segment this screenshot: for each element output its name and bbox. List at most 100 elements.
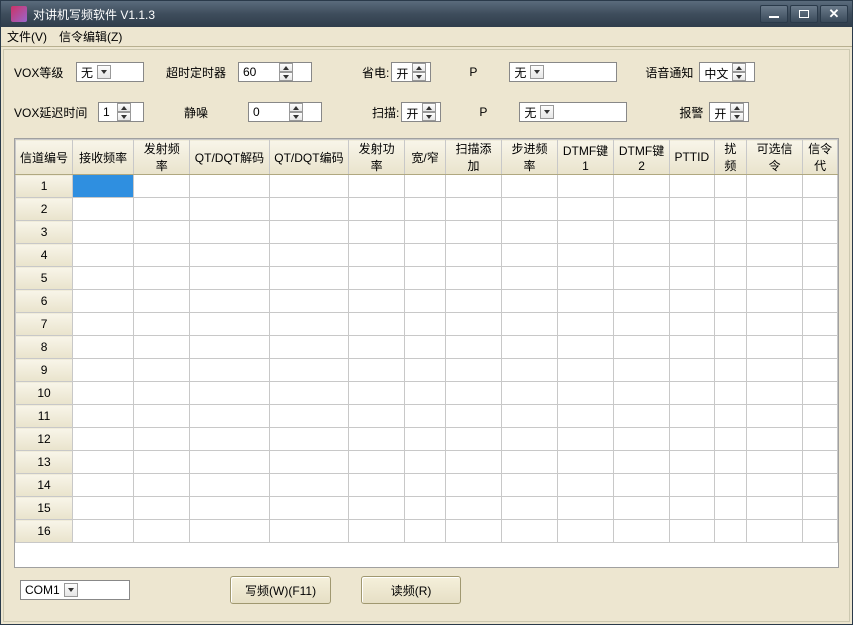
row-header[interactable]: 9 — [16, 359, 73, 382]
table-cell[interactable] — [747, 175, 803, 198]
table-cell[interactable] — [349, 244, 405, 267]
table-cell[interactable] — [714, 313, 747, 336]
table-cell[interactable] — [714, 244, 747, 267]
table-cell[interactable] — [405, 198, 446, 221]
table-cell[interactable] — [670, 497, 715, 520]
table-cell[interactable] — [714, 451, 747, 474]
row-header[interactable]: 4 — [16, 244, 73, 267]
table-cell[interactable] — [190, 244, 269, 267]
table-cell[interactable] — [747, 520, 803, 543]
table-cell[interactable] — [747, 382, 803, 405]
table-cell[interactable] — [558, 428, 614, 451]
table-cell[interactable] — [558, 336, 614, 359]
table-cell[interactable] — [269, 451, 348, 474]
table-cell[interactable] — [501, 221, 557, 244]
table-cell[interactable] — [614, 221, 670, 244]
table-cell[interactable] — [349, 175, 405, 198]
table-cell[interactable] — [73, 359, 134, 382]
table-cell[interactable] — [747, 474, 803, 497]
table-cell[interactable] — [349, 359, 405, 382]
table-cell[interactable] — [134, 474, 190, 497]
table-cell[interactable] — [747, 267, 803, 290]
table-cell[interactable] — [405, 336, 446, 359]
table-cell[interactable] — [269, 474, 348, 497]
table-cell[interactable] — [558, 244, 614, 267]
table-cell[interactable] — [73, 198, 134, 221]
spinner-up-icon[interactable] — [422, 103, 436, 112]
table-cell[interactable] — [803, 267, 838, 290]
table-cell[interactable] — [134, 221, 190, 244]
table-cell[interactable] — [747, 497, 803, 520]
table-cell[interactable] — [405, 175, 446, 198]
table-cell[interactable] — [558, 290, 614, 313]
table-cell[interactable] — [445, 267, 501, 290]
table-cell[interactable] — [269, 497, 348, 520]
table-cell[interactable] — [803, 313, 838, 336]
table-cell[interactable] — [747, 405, 803, 428]
maximize-button[interactable] — [790, 5, 818, 23]
table-cell[interactable] — [614, 520, 670, 543]
column-header[interactable]: 发射频率 — [134, 140, 190, 175]
row-header[interactable]: 7 — [16, 313, 73, 336]
table-cell[interactable] — [134, 428, 190, 451]
row-header[interactable]: 15 — [16, 497, 73, 520]
table-cell[interactable] — [349, 520, 405, 543]
table-cell[interactable] — [670, 474, 715, 497]
table-cell[interactable] — [73, 221, 134, 244]
table-cell[interactable] — [670, 221, 715, 244]
table-cell[interactable] — [747, 290, 803, 313]
table-cell[interactable] — [803, 244, 838, 267]
table-cell[interactable] — [269, 428, 348, 451]
table-cell[interactable] — [803, 336, 838, 359]
table-cell[interactable] — [269, 520, 348, 543]
table-cell[interactable] — [190, 290, 269, 313]
table-cell[interactable] — [73, 290, 134, 313]
table-cell[interactable] — [73, 474, 134, 497]
table-cell[interactable] — [349, 267, 405, 290]
table-cell[interactable] — [714, 405, 747, 428]
spinner-up-icon[interactable] — [412, 63, 426, 72]
column-header[interactable]: 信令代 — [803, 140, 838, 175]
com-port-combo[interactable]: COM1 — [20, 580, 130, 600]
spinner-up-icon[interactable] — [732, 63, 746, 72]
table-cell[interactable] — [445, 359, 501, 382]
p2-combo[interactable]: 无 — [519, 102, 627, 122]
spinner-down-icon[interactable] — [117, 112, 131, 121]
table-cell[interactable] — [501, 198, 557, 221]
table-cell[interactable] — [405, 474, 446, 497]
row-header[interactable]: 12 — [16, 428, 73, 451]
column-header[interactable]: PTTID — [670, 140, 715, 175]
table-cell[interactable] — [501, 520, 557, 543]
table-cell[interactable] — [501, 497, 557, 520]
table-cell[interactable] — [190, 198, 269, 221]
table-cell[interactable] — [349, 428, 405, 451]
table-cell[interactable] — [190, 175, 269, 198]
spinner-up-icon[interactable] — [279, 63, 293, 72]
table-cell[interactable] — [405, 405, 446, 428]
table-cell[interactable] — [501, 382, 557, 405]
table-cell[interactable] — [558, 405, 614, 428]
table-cell[interactable] — [803, 198, 838, 221]
table-cell[interactable] — [73, 244, 134, 267]
table-cell[interactable] — [73, 267, 134, 290]
table-cell[interactable] — [747, 198, 803, 221]
minimize-button[interactable] — [760, 5, 788, 23]
table-cell[interactable] — [134, 520, 190, 543]
row-header[interactable]: 10 — [16, 382, 73, 405]
menu-file[interactable]: 文件(V) — [7, 28, 47, 45]
table-cell[interactable] — [614, 405, 670, 428]
table-cell[interactable] — [803, 405, 838, 428]
row-header[interactable]: 3 — [16, 221, 73, 244]
table-cell[interactable] — [445, 290, 501, 313]
table-cell[interactable] — [501, 290, 557, 313]
table-cell[interactable] — [405, 244, 446, 267]
timeout-spinner[interactable]: 60 — [238, 62, 312, 82]
table-cell[interactable] — [445, 405, 501, 428]
table-cell[interactable] — [803, 428, 838, 451]
table-cell[interactable] — [190, 451, 269, 474]
column-header[interactable]: QT/DQT编码 — [269, 140, 348, 175]
spinner-up-icon[interactable] — [289, 103, 303, 112]
spinner-up-icon[interactable] — [730, 103, 744, 112]
table-cell[interactable] — [614, 313, 670, 336]
table-cell[interactable] — [190, 313, 269, 336]
